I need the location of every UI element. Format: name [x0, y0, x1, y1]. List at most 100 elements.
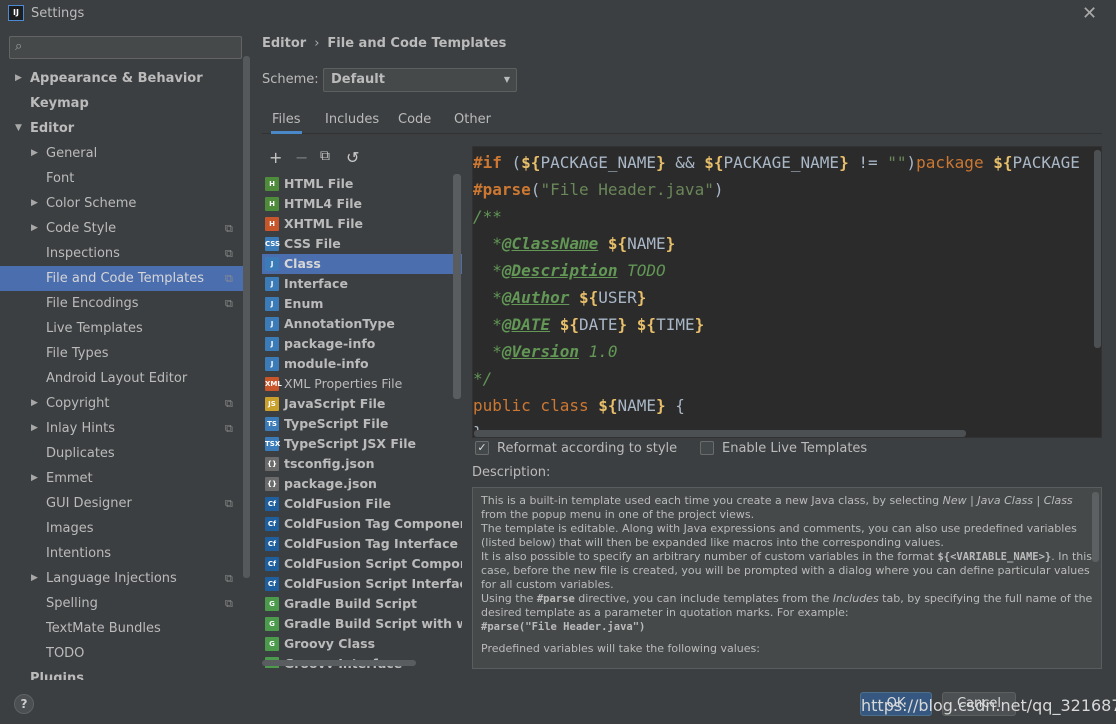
tab-includes[interactable]: Includes [324, 106, 380, 134]
template-list-item[interactable]: H HTML4 File [262, 194, 462, 214]
chevron-right-icon[interactable]: ▶ [31, 391, 38, 416]
template-list-item[interactable]: G Gradle Build Script with wrapper [262, 614, 462, 634]
template-list-item[interactable]: G Gradle Build Script [262, 594, 462, 614]
chevron-down-icon[interactable]: ▼ [15, 116, 22, 141]
code-token: ${ [993, 153, 1013, 172]
template-list-item[interactable]: G Groovy Class [262, 634, 462, 654]
template-list-item[interactable]: Cf ColdFusion Script Interface [262, 574, 462, 594]
scheme-label: Scheme: [262, 72, 319, 87]
help-button[interactable]: ? [14, 694, 34, 714]
chevron-right-icon[interactable]: ▶ [31, 216, 38, 241]
sidebar-item-duplicates[interactable]: Duplicates [0, 441, 250, 466]
sidebar-item-appearance-behavior[interactable]: ▶ Appearance & Behavior [0, 66, 250, 91]
sidebar-item-file-encodings[interactable]: File Encodings ⧉ [0, 291, 250, 316]
template-list-item[interactable]: J Interface [262, 274, 462, 294]
template-list-item[interactable]: J Enum [262, 294, 462, 314]
code-token: { [665, 396, 685, 415]
sidebar-item-file-and-code-templates[interactable]: File and Code Templates ⧉ [0, 266, 250, 291]
sidebar-item-emmet[interactable]: ▶ Emmet [0, 466, 250, 491]
sidebar-item-intentions[interactable]: Intentions [0, 541, 250, 566]
sidebar-scrollbar[interactable] [243, 56, 250, 578]
editor-horizontal-scrollbar[interactable] [474, 430, 966, 437]
template-list-item[interactable]: J Class [262, 254, 462, 274]
description-scrollbar[interactable] [1092, 492, 1099, 562]
template-list-item[interactable]: TSX TypeScript JSX File [262, 434, 462, 454]
sidebar-item-spelling[interactable]: Spelling ⧉ [0, 591, 250, 616]
sidebar-item-live-templates[interactable]: Live Templates [0, 316, 250, 341]
live-templates-checkbox[interactable]: Enable Live Templates [700, 441, 867, 457]
template-list-item[interactable]: Jpackage-info [262, 334, 462, 354]
tab-code[interactable]: Code [397, 106, 432, 134]
project-settings-icon: ⧉ [225, 422, 233, 435]
chevron-right-icon[interactable]: ▶ [31, 466, 38, 491]
sidebar-item-color-scheme[interactable]: ▶ Color Scheme [0, 191, 250, 216]
list-scrollbar[interactable] [453, 174, 461, 399]
template-list-item[interactable]: Cf ColdFusion Script Component [262, 554, 462, 574]
template-list-item[interactable]: XML XML Properties File [262, 374, 462, 394]
search-input[interactable]: ⌕ [9, 36, 242, 59]
watermark-text: https://blog.csdn.net/qq_32168785 [861, 696, 1116, 715]
template-list-item[interactable]: Jmodule-info [262, 354, 462, 374]
description-text: directive, you can include templates fro… [574, 592, 833, 605]
project-settings-icon: ⧉ [225, 497, 233, 510]
template-list-item[interactable]: JS JavaScript File [262, 394, 462, 414]
tab-other[interactable]: Other [453, 106, 492, 134]
template-list-item[interactable]: TS TypeScript File [262, 414, 462, 434]
chevron-right-icon[interactable]: ▶ [31, 416, 38, 441]
sidebar-item-font[interactable]: Font [0, 166, 250, 191]
sidebar-item-inspections[interactable]: Inspections ⧉ [0, 241, 250, 266]
template-list-item[interactable]: CSS CSS File [262, 234, 462, 254]
breadcrumb-parent[interactable]: Editor [262, 36, 306, 51]
sidebar-item-label: General [46, 146, 98, 161]
sidebar-item-copyright[interactable]: ▶ Copyright ⧉ [0, 391, 250, 416]
breadcrumb: Editor › File and Code Templates [262, 36, 506, 51]
code-token: } [656, 396, 666, 415]
template-list-item[interactable]: Cf ColdFusion File [262, 494, 462, 514]
coldfusion-icon: Cf [265, 557, 279, 571]
sidebar-item-file-types[interactable]: File Types [0, 341, 250, 366]
template-name: JavaScript File [284, 396, 386, 411]
sidebar-item-gui-designer[interactable]: GUI Designer ⧉ [0, 491, 250, 516]
tab-files[interactable]: Files [271, 106, 302, 134]
template-list-item[interactable]: Cf ColdFusion Tag Component [262, 514, 462, 534]
template-list-item[interactable]: H XHTML File [262, 214, 462, 234]
chevron-right-icon[interactable]: ▶ [31, 191, 38, 216]
copy-icon[interactable]: ⧉ [320, 148, 330, 164]
template-name: HTML File [284, 176, 354, 191]
editor-scrollbar[interactable] [1094, 150, 1101, 348]
sidebar-item-plugins[interactable]: Plugins [0, 666, 250, 680]
code-token: ${ [521, 153, 541, 172]
template-editor[interactable]: #if (${PACKAGE_NAME} && ${PACKAGE_NAME} … [472, 146, 1102, 438]
sidebar-item-textmate-bundles[interactable]: TextMate Bundles [0, 616, 250, 641]
template-list-item[interactable]: J AnnotationType [262, 314, 462, 334]
code-token: 1.0 [578, 342, 618, 361]
add-icon[interactable]: + [269, 148, 282, 167]
chevron-right-icon[interactable]: ▶ [31, 566, 38, 591]
list-horizontal-scrollbar[interactable] [262, 660, 416, 666]
sidebar-item-general[interactable]: ▶ General [0, 141, 250, 166]
sidebar-item-todo[interactable]: TODO [0, 641, 250, 666]
sidebar-item-inlay-hints[interactable]: ▶ Inlay Hints ⧉ [0, 416, 250, 441]
close-icon[interactable]: ✕ [1082, 3, 1097, 24]
sidebar-item-keymap[interactable]: Keymap [0, 91, 250, 116]
template-list-item[interactable]: {} package.json [262, 474, 462, 494]
sidebar-item-android-layout-editor[interactable]: Android Layout Editor [0, 366, 250, 391]
sidebar-item-images[interactable]: Images [0, 516, 250, 541]
template-name: XHTML File [284, 216, 363, 231]
sidebar-item-label: Code Style [46, 221, 117, 236]
remove-icon[interactable]: − [295, 148, 308, 167]
scheme-dropdown[interactable]: Default ▼ [323, 68, 517, 92]
sidebar-item-code-style[interactable]: ▶ Code Style ⧉ [0, 216, 250, 241]
sidebar-item-language-injections[interactable]: ▶ Language Injections ⧉ [0, 566, 250, 591]
template-list-item[interactable]: Cf ColdFusion Tag Interface [262, 534, 462, 554]
reformat-checkbox[interactable]: ✓ Reformat according to style [475, 441, 677, 457]
chevron-right-icon[interactable]: ▶ [15, 66, 22, 91]
sidebar-item-editor[interactable]: ▼ Editor [0, 116, 250, 141]
template-name: ColdFusion Script Interface [284, 576, 462, 591]
sidebar-item-label: Keymap [30, 96, 89, 111]
reset-icon[interactable]: ↺ [346, 148, 359, 167]
code-line: *@DATE ${DATE} ${TIME} [473, 311, 704, 338]
chevron-right-icon[interactable]: ▶ [31, 141, 38, 166]
template-list-item[interactable]: H HTML File [262, 174, 462, 194]
template-list-item[interactable]: {} tsconfig.json [262, 454, 462, 474]
